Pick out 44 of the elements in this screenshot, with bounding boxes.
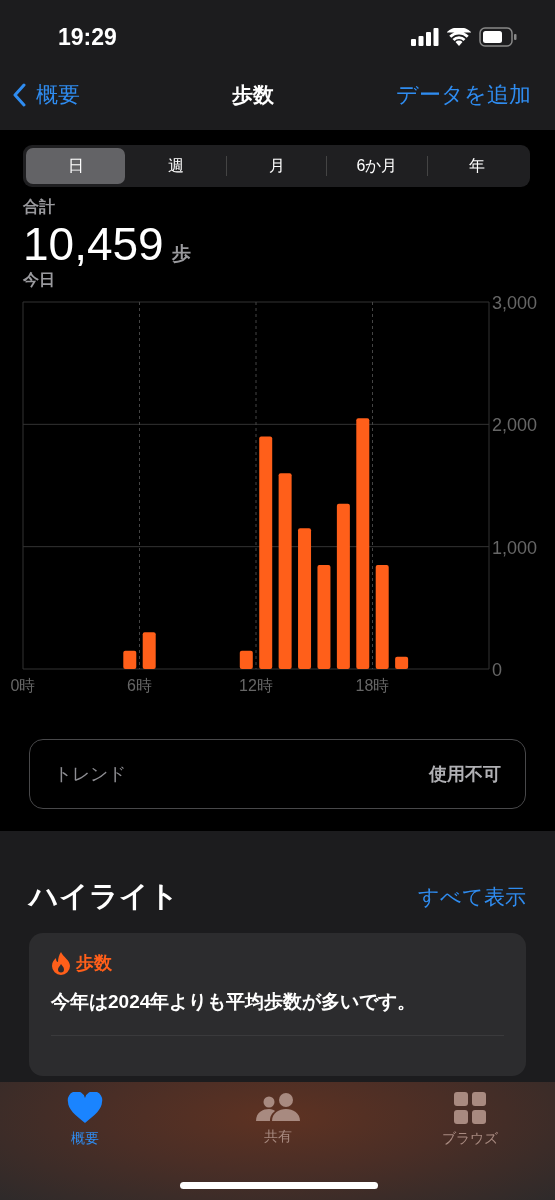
battery-icon <box>479 27 517 47</box>
y-axis-label: 2,000 <box>492 415 538 436</box>
bar <box>142 632 156 669</box>
people-icon <box>254 1092 301 1122</box>
highlight-card[interactable]: 歩数 今年は2024年よりも平均歩数が多いです。 <box>29 933 526 1076</box>
signal-icon <box>411 28 439 46</box>
period-tab[interactable]: 年 <box>427 148 528 184</box>
total-label: 合計 <box>23 197 56 217</box>
y-axis-label: 1,000 <box>492 537 538 558</box>
tab-bar-item[interactable]: 共有 <box>232 1092 323 1158</box>
y-axis-label: 3,000 <box>492 293 538 313</box>
trend-value: 使用不可 <box>429 763 501 786</box>
show-all-link[interactable]: すべて表示 <box>418 883 526 911</box>
heart-icon <box>67 1092 103 1124</box>
chevron-left-icon <box>12 83 26 107</box>
category-label: 歩数 <box>76 952 112 975</box>
back-button[interactable]: 概要 <box>12 80 80 110</box>
trend-label: トレンド <box>54 763 126 786</box>
highlight-text: 今年は2024年よりも平均歩数が多いです。 <box>51 990 418 1014</box>
trend-row[interactable]: トレンド 使用不可 <box>29 739 526 809</box>
wifi-icon <box>447 28 471 46</box>
period-tab[interactable]: 週 <box>126 148 226 184</box>
step-count: 10,459 <box>23 218 164 270</box>
x-axis-label: 0時 <box>10 677 36 694</box>
flame-icon <box>51 951 71 975</box>
section-title: ハイライト <box>29 879 179 914</box>
unit-label: 歩 <box>171 242 191 266</box>
bar <box>395 656 409 669</box>
status-time: 19:29 <box>58 23 117 51</box>
x-axis-label: 12時 <box>239 677 273 694</box>
bar <box>123 650 137 669</box>
bar <box>239 650 253 669</box>
date-label: 今日 <box>23 270 56 290</box>
page-title: 歩数 <box>232 82 274 108</box>
y-axis-label: 0 <box>492 660 502 680</box>
x-axis-label: 18時 <box>355 677 390 694</box>
grid-icon <box>454 1092 486 1124</box>
add-data-button[interactable]: データを追加 <box>396 80 531 110</box>
x-axis-label: 6時 <box>127 677 152 694</box>
tab-bar-item[interactable]: ブラウズ <box>425 1092 515 1158</box>
period-tab[interactable]: 月 <box>226 148 327 184</box>
tab-bar-item[interactable]: 概要 <box>40 1092 130 1158</box>
period-tab[interactable]: 日 <box>26 148 126 184</box>
period-tab[interactable]: 6か月 <box>327 148 427 184</box>
